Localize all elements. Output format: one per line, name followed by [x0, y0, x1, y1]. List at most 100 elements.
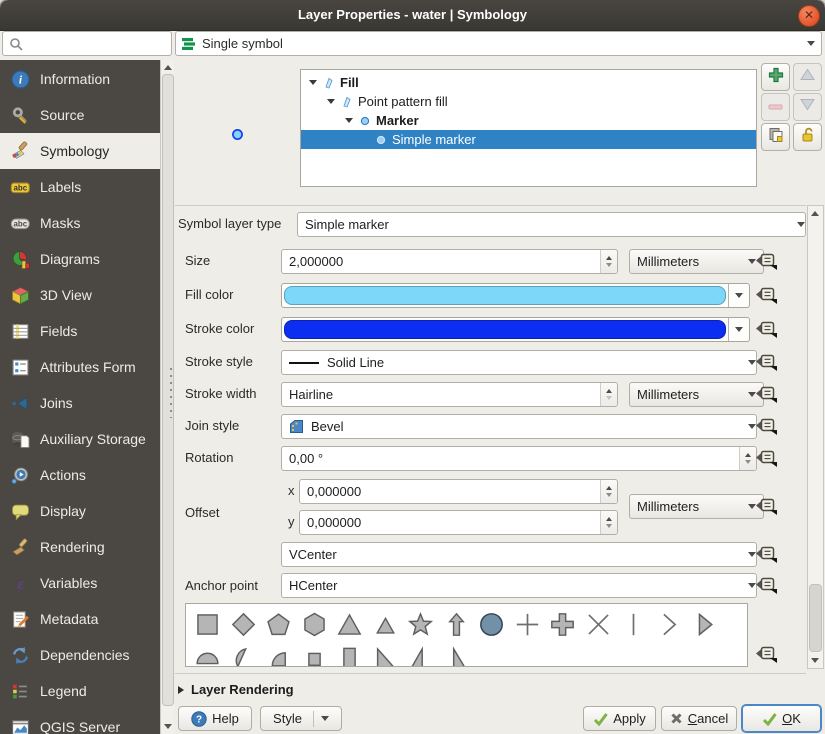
- anchor-vertical-override-button[interactable]: [754, 544, 778, 564]
- size-override-button[interactable]: [754, 251, 778, 271]
- scroll-down-icon[interactable]: [811, 658, 819, 663]
- stroke-width-stepper[interactable]: [600, 383, 617, 406]
- anchor-vertical-combo[interactable]: VCenter: [281, 542, 757, 567]
- size-stepper[interactable]: [600, 250, 617, 273]
- stroke-width-unit-combo[interactable]: Millimeters: [629, 382, 764, 407]
- duplicate-layer-button[interactable]: [761, 123, 790, 151]
- help-button[interactable]: ? Help: [178, 706, 252, 731]
- diamond-shape[interactable]: [226, 607, 262, 641]
- move-layer-down-button[interactable]: [793, 93, 822, 121]
- filled-arrowhead-shape[interactable]: [687, 607, 723, 641]
- apply-button[interactable]: Apply: [583, 706, 656, 731]
- sidebar-scrollbar-thumb[interactable]: [162, 74, 174, 706]
- properties-scrollbar[interactable]: [807, 205, 824, 669]
- scroll-down-icon[interactable]: [164, 724, 172, 729]
- tree-row-fill[interactable]: Fill: [301, 73, 756, 92]
- ok-button[interactable]: OK: [742, 705, 821, 732]
- fill-color-button[interactable]: [281, 283, 750, 308]
- tree-row-simple-marker[interactable]: Simple marker: [301, 130, 756, 149]
- cross2-shape[interactable]: [581, 607, 617, 641]
- search-input[interactable]: [2, 31, 172, 56]
- equilateral-triangle-shape[interactable]: [368, 607, 404, 641]
- offset-x-stepper[interactable]: [600, 480, 617, 503]
- move-layer-up-button[interactable]: [793, 63, 822, 91]
- size-input[interactable]: 2,000000: [281, 249, 618, 274]
- offset-y-input[interactable]: 0,000000: [299, 510, 618, 535]
- offset-x-input[interactable]: 0,000000: [299, 479, 618, 504]
- square-shape[interactable]: [190, 607, 226, 641]
- sidebar-item-3d-view[interactable]: 3D View: [0, 277, 160, 313]
- lock-color-button[interactable]: [793, 123, 822, 151]
- sidebar-item-qgis-server[interactable]: QGIS Server: [0, 709, 160, 734]
- arrow-shape[interactable]: [439, 607, 475, 641]
- anchor-horizontal-override-button[interactable]: [754, 575, 778, 595]
- offset-y-stepper[interactable]: [600, 511, 617, 534]
- close-icon[interactable]: ✕: [798, 5, 820, 27]
- expander-down-icon[interactable]: [309, 80, 317, 85]
- splitter-handle[interactable]: [170, 368, 172, 418]
- right-half-triangle-shape[interactable]: [403, 641, 439, 666]
- pentagon-shape[interactable]: [261, 607, 297, 641]
- sidebar-item-information[interactable]: i Information: [0, 61, 160, 97]
- layer-rendering-group[interactable]: Layer Rendering: [178, 682, 294, 697]
- sidebar-item-actions[interactable]: Actions: [0, 457, 160, 493]
- circle-shape[interactable]: [474, 607, 510, 641]
- scroll-up-icon[interactable]: [811, 211, 819, 216]
- add-symbol-layer-button[interactable]: [761, 63, 790, 91]
- sidebar-item-metadata[interactable]: Metadata: [0, 601, 160, 637]
- join-style-override-button[interactable]: [754, 416, 778, 436]
- stroke-color-dropdown[interactable]: [728, 318, 749, 341]
- left-half-triangle-shape[interactable]: [439, 641, 475, 666]
- semi-circle-shape[interactable]: [190, 641, 226, 666]
- symbol-layer-type-combo[interactable]: Simple marker: [297, 212, 806, 237]
- triangle-shape[interactable]: [332, 607, 368, 641]
- arrowhead-shape[interactable]: [652, 607, 688, 641]
- scroll-up-icon[interactable]: [164, 65, 172, 70]
- offset-unit-combo[interactable]: Millimeters: [629, 494, 764, 519]
- join-style-combo[interactable]: Bevel: [281, 414, 757, 439]
- quarter-square-shape[interactable]: [297, 641, 333, 666]
- offset-override-button[interactable]: [754, 496, 778, 516]
- cross-shape[interactable]: [510, 607, 546, 641]
- stroke-color-button[interactable]: [281, 317, 750, 342]
- hexagon-shape[interactable]: [297, 607, 333, 641]
- quarter-circle-shape[interactable]: [261, 641, 297, 666]
- diagonal-half-square-shape[interactable]: [368, 641, 404, 666]
- expander-down-icon[interactable]: [345, 118, 353, 123]
- cross-fill-shape[interactable]: [545, 607, 581, 641]
- sidebar-item-fields[interactable]: Fields: [0, 313, 160, 349]
- sidebar-item-dependencies[interactable]: Dependencies: [0, 637, 160, 673]
- stroke-style-combo[interactable]: Solid Line: [281, 350, 757, 375]
- sidebar-item-rendering[interactable]: Rendering: [0, 529, 160, 565]
- fill-color-override-button[interactable]: [754, 285, 778, 305]
- sidebar-item-variables[interactable]: ε Variables: [0, 565, 160, 601]
- stroke-style-override-button[interactable]: [754, 352, 778, 372]
- tree-row-point-pattern-fill[interactable]: Point pattern fill: [301, 92, 756, 111]
- properties-scrollbar-thumb[interactable]: [809, 584, 822, 652]
- sidebar-item-legend[interactable]: Legend: [0, 673, 160, 709]
- title-bar[interactable]: Layer Properties - water | Symbology ✕: [0, 0, 825, 31]
- rotation-override-button[interactable]: [754, 448, 778, 468]
- star-shape[interactable]: [403, 607, 439, 641]
- anchor-horizontal-combo[interactable]: HCenter: [281, 573, 757, 598]
- expander-down-icon[interactable]: [327, 99, 335, 104]
- fill-color-dropdown[interactable]: [728, 284, 749, 307]
- sidebar-item-display[interactable]: Display: [0, 493, 160, 529]
- sidebar-item-source[interactable]: Source: [0, 97, 160, 133]
- third-circle-shape[interactable]: [226, 641, 262, 666]
- tree-row-marker[interactable]: Marker: [301, 111, 756, 130]
- sidebar-item-labels[interactable]: abc Labels: [0, 169, 160, 205]
- renderer-combo[interactable]: Single symbol: [175, 31, 822, 56]
- style-button[interactable]: Style: [260, 706, 342, 731]
- remove-symbol-layer-button[interactable]: [761, 93, 790, 121]
- sidebar-item-diagrams[interactable]: Diagrams: [0, 241, 160, 277]
- half-square-shape[interactable]: [332, 641, 368, 666]
- stroke-width-override-button[interactable]: [754, 384, 778, 404]
- line-shape[interactable]: [616, 607, 652, 641]
- sidebar-item-joins[interactable]: Joins: [0, 385, 160, 421]
- shape-override-button[interactable]: [754, 644, 778, 664]
- stroke-width-input[interactable]: Hairline: [281, 382, 618, 407]
- size-unit-combo[interactable]: Millimeters: [629, 249, 764, 274]
- sidebar-item-symbology[interactable]: Symbology: [0, 133, 160, 169]
- cancel-button[interactable]: Cancel: [661, 706, 737, 731]
